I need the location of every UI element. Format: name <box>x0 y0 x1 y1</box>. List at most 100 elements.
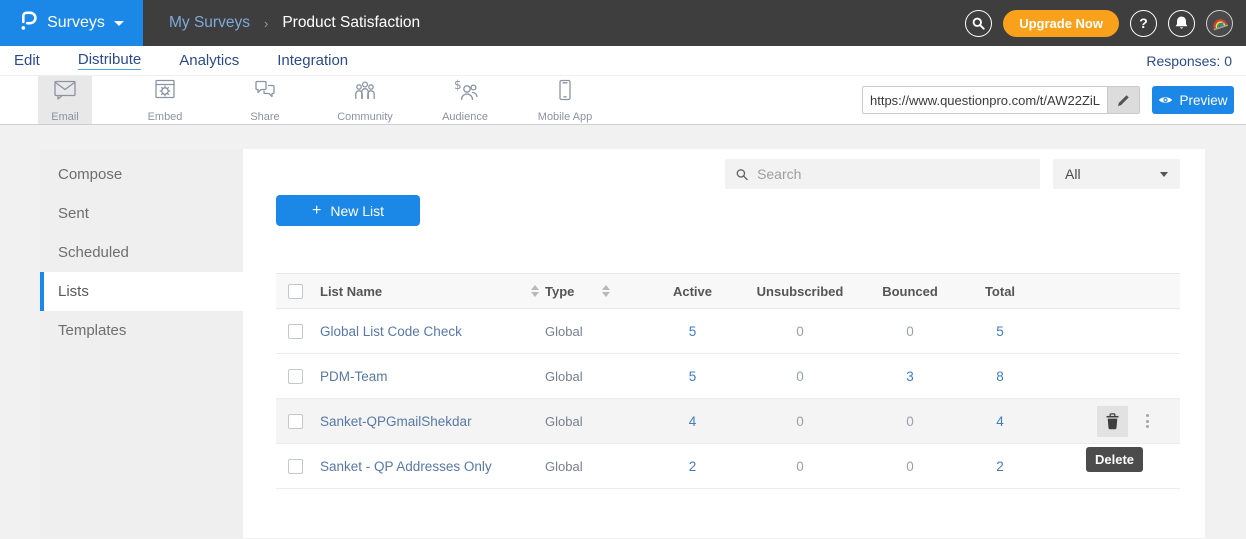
audience-icon: $ <box>451 78 479 108</box>
list-type: Global <box>545 369 645 384</box>
help-button[interactable]: ? <box>1130 10 1157 37</box>
search-button[interactable] <box>965 10 992 37</box>
share-method-mobile-app[interactable]: Mobile App <box>515 76 615 124</box>
active-count-link[interactable]: 5 <box>645 324 740 339</box>
page-body: Compose Sent Scheduled Lists Templates <box>0 125 1246 538</box>
row-checkbox[interactable] <box>288 369 303 384</box>
active-count-link[interactable]: 5 <box>645 369 740 384</box>
chevron-down-icon <box>114 21 124 26</box>
notifications-button[interactable] <box>1168 10 1195 37</box>
bounced-count: 0 <box>860 414 960 429</box>
product-switcher[interactable]: Surveys <box>0 0 143 46</box>
share-method-share[interactable]: Share <box>215 76 315 124</box>
row-menu-button[interactable] <box>1142 410 1153 432</box>
responses-count[interactable]: Responses: 0 <box>1146 53 1232 69</box>
list-type: Global <box>545 414 645 429</box>
total-count-link[interactable]: 8 <box>960 369 1040 384</box>
user-avatar[interactable] <box>1206 10 1233 37</box>
eye-icon <box>1158 95 1173 105</box>
distribute-toolbar: Email Embed Share <box>0 76 1246 125</box>
breadcrumb-separator: › <box>264 16 268 31</box>
col-bounced: Bounced <box>860 284 960 299</box>
unsubscribed-count: 0 <box>740 414 860 429</box>
list-type-filter-dropdown[interactable]: All <box>1053 159 1180 189</box>
embed-icon <box>153 78 177 108</box>
tab-analytics[interactable]: Analytics <box>179 52 239 70</box>
row-actions <box>1040 406 1180 437</box>
table-row: Sanket - QP Addresses Only Global 2 0 0 … <box>276 444 1180 489</box>
col-list-name: List Name <box>320 284 382 299</box>
table-row: Global List Code Check Global 5 0 0 5 <box>276 309 1180 354</box>
survey-url-input[interactable] <box>863 87 1107 113</box>
list-type: Global <box>545 459 645 474</box>
delete-list-button[interactable] <box>1097 406 1128 437</box>
list-search-box <box>725 159 1040 189</box>
col-type: Type <box>545 284 574 299</box>
tab-edit[interactable]: Edit <box>14 52 40 70</box>
survey-nav-tabs: Edit Distribute Analytics Integration Re… <box>0 46 1246 76</box>
active-count-link[interactable]: 2 <box>645 459 740 474</box>
list-name-link[interactable]: Sanket - QP Addresses Only <box>320 459 545 474</box>
email-distribution-panel: Compose Sent Scheduled Lists Templates <box>40 149 1205 538</box>
breadcrumb-my-surveys[interactable]: My Surveys <box>169 14 250 32</box>
share-method-email[interactable]: Email <box>38 76 92 124</box>
active-count-link[interactable]: 4 <box>645 414 740 429</box>
unsubscribed-count: 0 <box>740 369 860 384</box>
list-name-link[interactable]: Sanket-QPGmailShekdar <box>320 414 545 429</box>
sidebar-item-scheduled[interactable]: Scheduled <box>40 233 243 272</box>
select-all-checkbox[interactable] <box>288 284 303 299</box>
survey-link-area: Preview <box>862 86 1234 114</box>
share-icon <box>252 78 278 108</box>
bounced-count: 0 <box>860 324 960 339</box>
list-search-input[interactable] <box>757 166 1029 182</box>
trash-icon <box>1105 413 1120 430</box>
list-name-link[interactable]: Global List Code Check <box>320 324 545 339</box>
bounced-count: 0 <box>860 459 960 474</box>
sidebar-item-compose[interactable]: Compose <box>40 155 243 194</box>
topbar-actions: Upgrade Now ? <box>965 10 1233 37</box>
list-filter-row: All <box>276 159 1180 189</box>
list-name-link[interactable]: PDM-Team <box>320 369 545 384</box>
sidebar-item-sent[interactable]: Sent <box>40 194 243 233</box>
table-row: PDM-Team Global 5 0 3 8 <box>276 354 1180 399</box>
top-bar: Surveys My Surveys › Product Satisfactio… <box>0 0 1246 46</box>
unsubscribed-count: 0 <box>740 324 860 339</box>
bounced-count-link[interactable]: 3 <box>860 369 960 384</box>
delete-tooltip: Delete <box>1086 447 1143 472</box>
survey-url-field <box>862 86 1140 114</box>
bell-icon <box>1174 15 1189 31</box>
total-count-link[interactable]: 4 <box>960 414 1040 429</box>
row-checkbox[interactable] <box>288 414 303 429</box>
total-count-link[interactable]: 5 <box>960 324 1040 339</box>
table-header-row: List Name Type Active Unsubscribed Bounc… <box>276 273 1180 309</box>
share-method-community[interactable]: Community <box>315 76 415 124</box>
row-checkbox[interactable] <box>288 324 303 339</box>
col-unsubscribed: Unsubscribed <box>740 284 860 299</box>
col-total: Total <box>960 284 1040 299</box>
question-mark-icon: ? <box>1139 15 1148 31</box>
share-method-audience[interactable]: $ Audience <box>415 76 515 124</box>
email-sidebar: Compose Sent Scheduled Lists Templates <box>40 149 243 538</box>
edit-url-button[interactable] <box>1107 87 1139 113</box>
row-checkbox[interactable] <box>288 459 303 474</box>
pencil-icon <box>1117 94 1130 107</box>
total-count-link[interactable]: 2 <box>960 459 1040 474</box>
unsubscribed-count: 0 <box>740 459 860 474</box>
share-method-embed[interactable]: Embed <box>115 76 215 124</box>
col-active: Active <box>645 284 740 299</box>
tab-integration[interactable]: Integration <box>277 52 348 70</box>
new-list-button[interactable]: + New List <box>276 195 420 226</box>
sort-type[interactable] <box>602 285 610 297</box>
preview-button[interactable]: Preview <box>1152 86 1234 114</box>
sidebar-item-lists[interactable]: Lists <box>40 272 243 311</box>
search-icon <box>972 17 985 30</box>
email-icon <box>52 78 78 108</box>
sidebar-item-templates[interactable]: Templates <box>40 311 243 350</box>
upgrade-now-button[interactable]: Upgrade Now <box>1003 10 1119 37</box>
search-icon <box>736 168 748 181</box>
sort-list-name[interactable] <box>531 285 539 297</box>
table-row-hovered: Sanket-QPGmailShekdar Global 4 0 0 4 <box>276 399 1180 444</box>
plus-icon: + <box>312 203 321 219</box>
tab-distribute[interactable]: Distribute <box>78 51 141 70</box>
product-menu-label: Surveys <box>47 14 105 32</box>
